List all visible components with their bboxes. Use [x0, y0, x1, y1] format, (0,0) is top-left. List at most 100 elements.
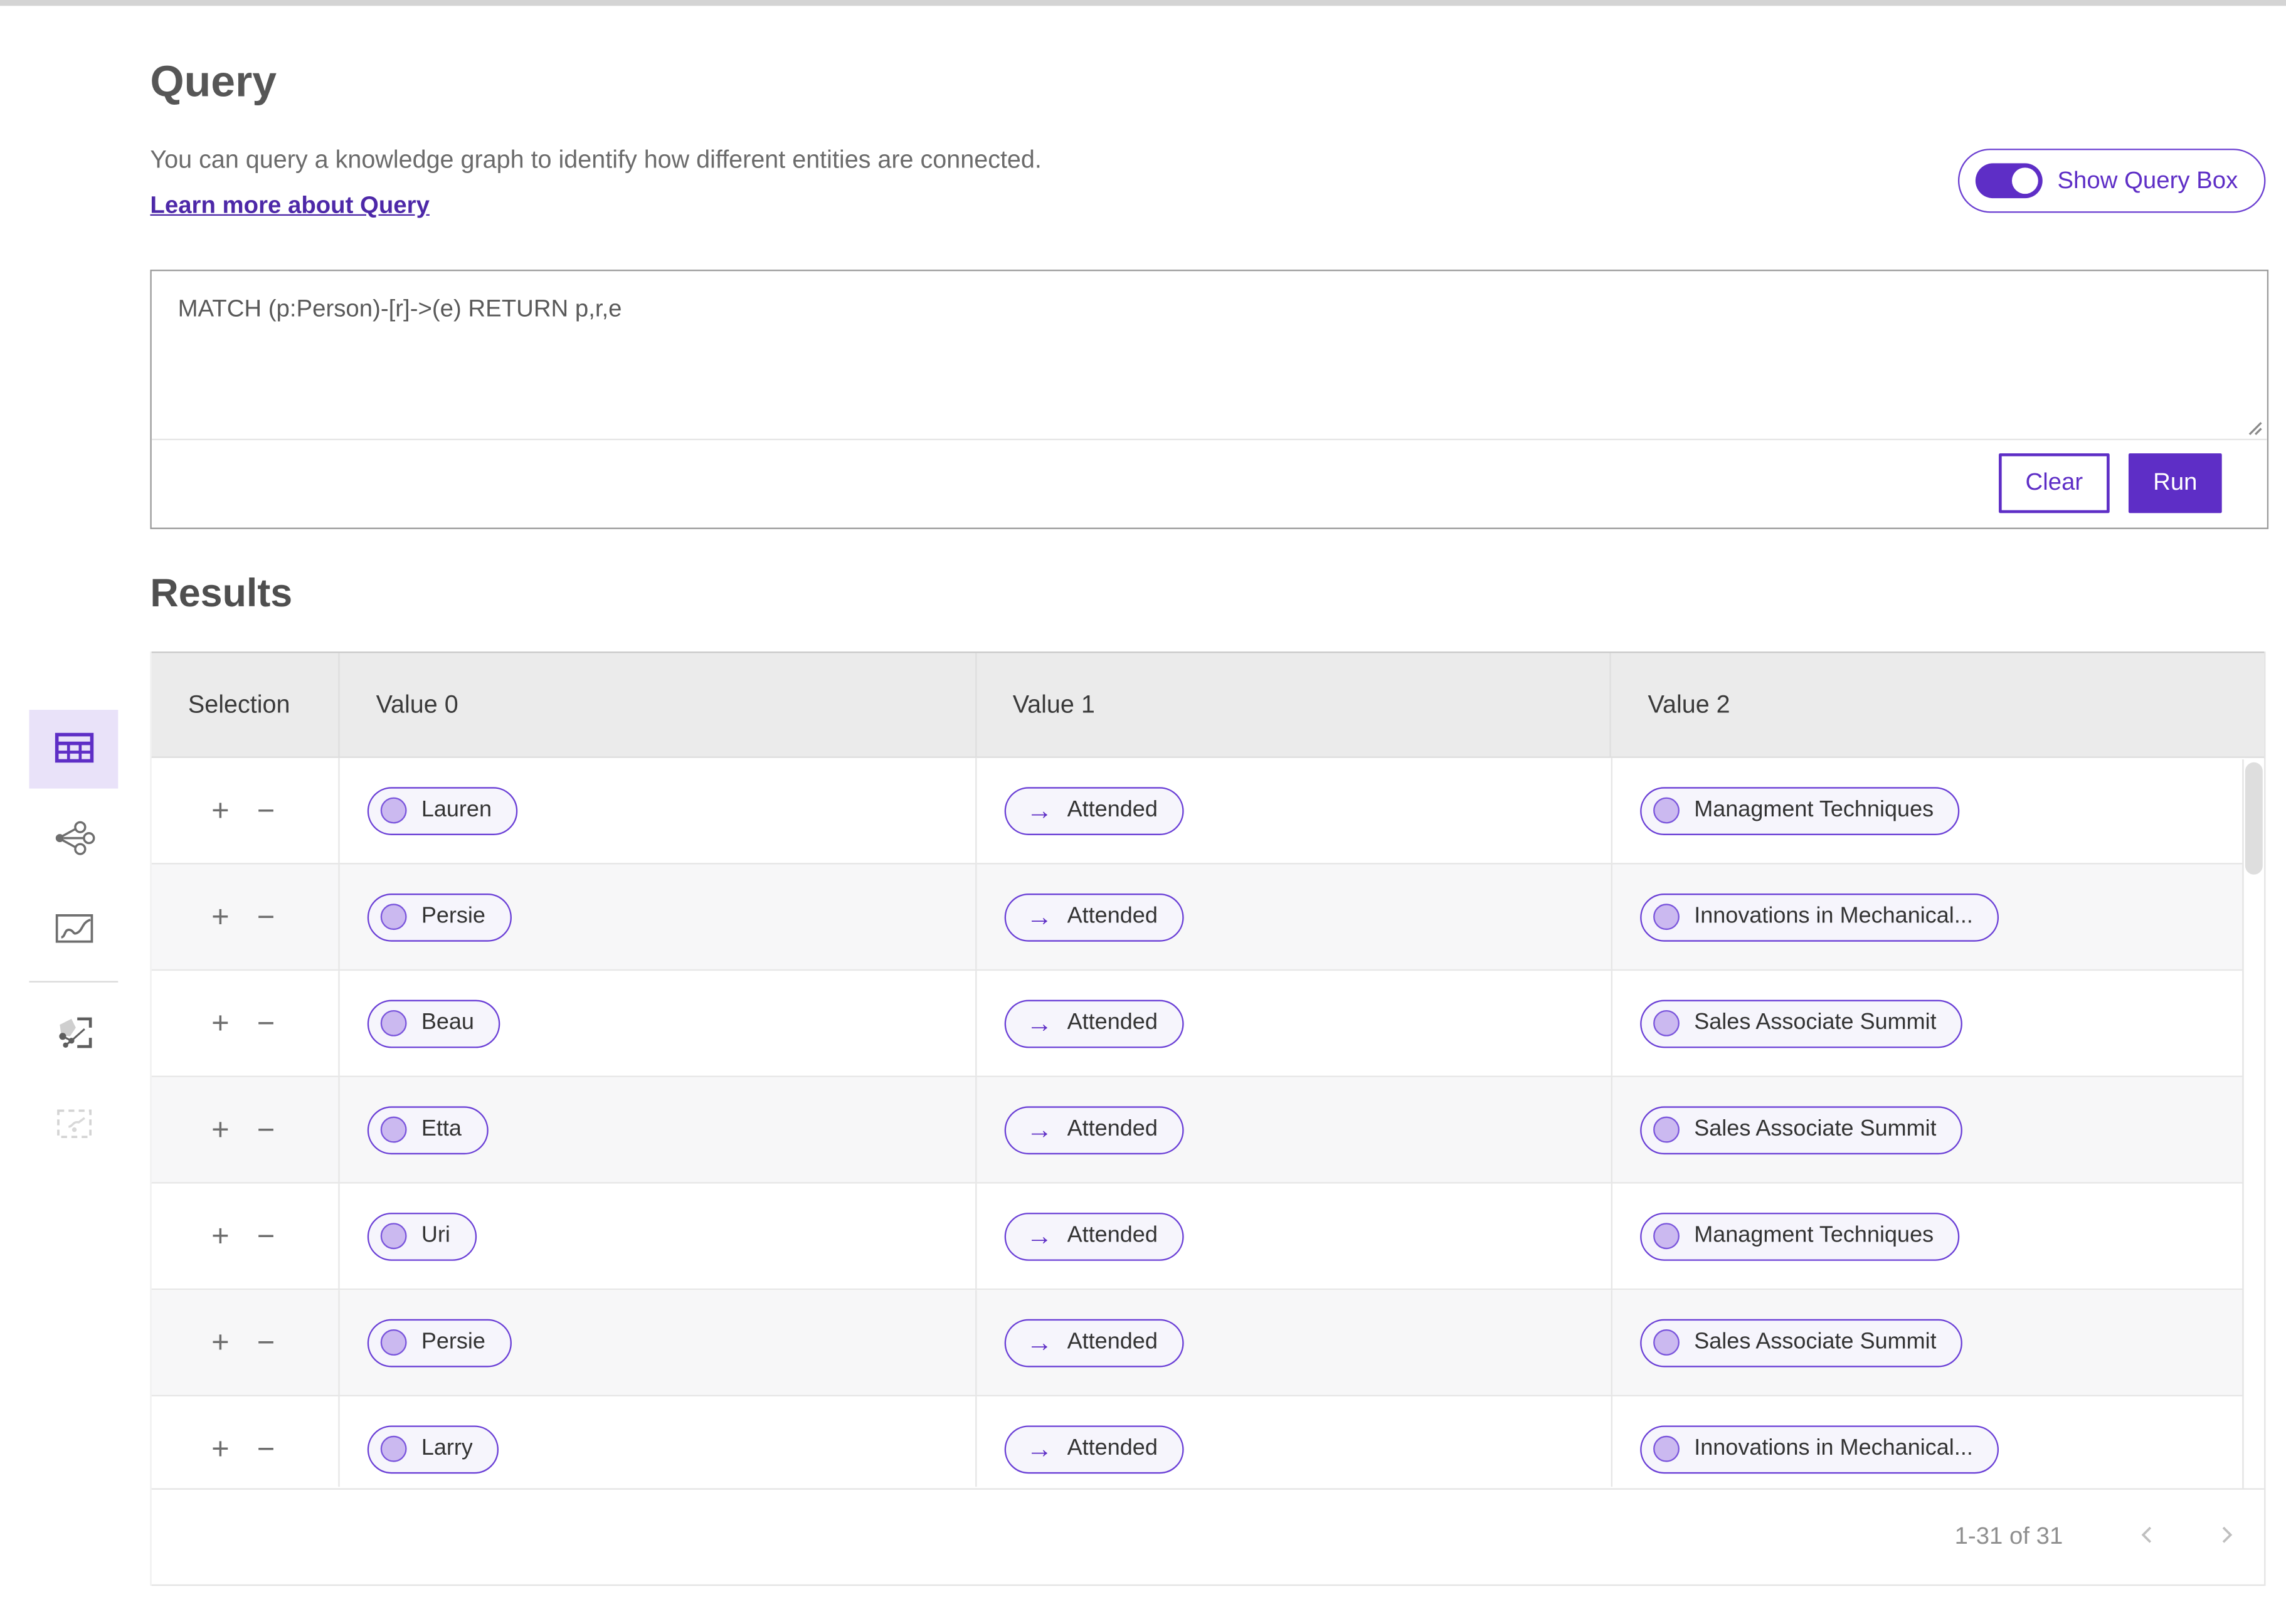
add-selection-button[interactable]: + [211, 1008, 230, 1038]
event-pill-label: Innovations in Mechanical... [1694, 904, 1973, 930]
entity-node-icon [381, 1436, 407, 1462]
entity-pill-label: Larry [421, 1436, 473, 1462]
entity-pill-label: Persie [421, 1329, 485, 1356]
column-header-value1: Value 1 [975, 653, 1610, 756]
selection-cell: + − [152, 971, 339, 1075]
remove-selection-button[interactable]: − [257, 1008, 275, 1038]
entity-pill[interactable]: Lauren [368, 786, 518, 835]
remove-selection-button[interactable]: − [257, 1433, 275, 1464]
query-input[interactable] [152, 271, 2267, 438]
toggle-switch-icon[interactable] [1976, 163, 2043, 198]
table-row: + − Larry → Attended Innovations in Mech… [152, 1396, 2245, 1487]
value1-cell: → Attended [975, 1290, 1611, 1395]
add-selection-button[interactable]: + [211, 1221, 230, 1252]
relation-pill-label: Attended [1067, 1223, 1158, 1249]
event-pill[interactable]: Innovations in Mechanical... [1640, 1425, 1999, 1473]
event-pill-label: Sales Associate Summit [1694, 1329, 1937, 1356]
event-pill[interactable]: Sales Associate Summit [1640, 1105, 1962, 1154]
pagination-next-button[interactable] [2206, 1517, 2246, 1558]
value2-cell: Managment Techniques [1611, 758, 2245, 863]
table-row: + − Lauren → Attended Managment Techniqu… [152, 758, 2245, 865]
relation-pill[interactable]: → Attended [1005, 1319, 1184, 1367]
entity-pill[interactable]: Etta [368, 1105, 488, 1154]
window-top-strip [0, 0, 2286, 6]
relation-arrow-icon: → [1027, 1329, 1053, 1356]
entity-pill-label: Beau [421, 1010, 474, 1036]
value1-cell: → Attended [975, 971, 1611, 1075]
relation-arrow-icon: → [1027, 1223, 1053, 1249]
add-selection-button[interactable]: + [211, 795, 230, 826]
entity-pill-label: Lauren [421, 798, 492, 824]
add-selection-button[interactable]: + [211, 1433, 230, 1464]
relation-pill-label: Attended [1067, 1436, 1158, 1462]
relation-pill[interactable]: → Attended [1005, 999, 1184, 1048]
event-pill[interactable]: Sales Associate Summit [1640, 999, 1962, 1048]
relation-pill-label: Attended [1067, 1117, 1158, 1143]
value1-cell: → Attended [975, 1396, 1611, 1487]
relation-pill[interactable]: → Attended [1005, 893, 1184, 941]
table-scrollbar-thumb[interactable] [2245, 762, 2263, 875]
add-selection-button[interactable]: + [211, 1327, 230, 1358]
sidebar-item-table-view[interactable] [29, 710, 118, 789]
entity-pill[interactable]: Beau [368, 999, 500, 1048]
sidebar-item-chart-view[interactable] [29, 890, 118, 969]
value0-cell: Persie [338, 864, 975, 969]
event-pill-label: Sales Associate Summit [1694, 1010, 1937, 1036]
event-pill[interactable]: Sales Associate Summit [1640, 1319, 1962, 1367]
table-row: + − Beau → Attended Sales Associate Summ… [152, 971, 2245, 1077]
table-row: + − Etta → Attended Sales Associate Summ… [152, 1077, 2245, 1184]
selection-cell: + − [152, 1077, 339, 1182]
event-node-icon [1653, 1117, 1680, 1143]
value0-cell: Uri [338, 1184, 975, 1289]
event-pill[interactable]: Managment Techniques [1640, 1212, 1960, 1260]
query-box: Clear Run [150, 270, 2268, 529]
sidebar-item-network-view[interactable] [29, 800, 118, 879]
chevron-right-icon [2215, 1523, 2238, 1551]
relation-arrow-icon: → [1027, 904, 1053, 930]
column-header-value2: Value 2 [1610, 653, 2264, 756]
page-title: Query [150, 58, 277, 108]
add-selection-button[interactable]: + [211, 902, 230, 932]
show-query-box-toggle[interactable]: Show Query Box [1958, 149, 2265, 213]
relation-pill[interactable]: → Attended [1005, 1425, 1184, 1473]
remove-selection-button[interactable]: − [257, 795, 275, 826]
add-selection-button[interactable]: + [211, 1114, 230, 1145]
results-title: Results [150, 571, 292, 616]
clear-button[interactable]: Clear [1999, 453, 2110, 512]
remove-selection-button[interactable]: − [257, 902, 275, 932]
query-actions: Clear Run [152, 437, 2267, 527]
entity-pill[interactable]: Persie [368, 1319, 512, 1367]
view-switcher-rail [29, 710, 118, 1176]
table-row: + − Uri → Attended Managment Techniques [152, 1184, 2245, 1290]
event-node-icon [1653, 798, 1680, 824]
relation-pill-label: Attended [1067, 904, 1158, 930]
table-scrollbar-track[interactable] [2242, 759, 2264, 1488]
entity-pill[interactable]: Uri [368, 1212, 477, 1260]
event-pill[interactable]: Innovations in Mechanical... [1640, 893, 1999, 941]
selection-cell: + − [152, 758, 339, 863]
learn-more-link[interactable]: Learn more about Query [150, 192, 429, 220]
pagination-prev-button[interactable] [2127, 1517, 2168, 1558]
entity-node-icon [381, 1117, 407, 1143]
run-button[interactable]: Run [2129, 453, 2222, 512]
relation-arrow-icon: → [1027, 1010, 1053, 1036]
table-row: + − Persie → Attended Sales Associate Su… [152, 1290, 2245, 1396]
remove-selection-button[interactable]: − [257, 1221, 275, 1252]
column-header-selection: Selection [152, 653, 338, 756]
selection-cell: + − [152, 1290, 339, 1395]
entity-pill[interactable]: Persie [368, 893, 512, 941]
relation-pill[interactable]: → Attended [1005, 786, 1184, 835]
event-pill[interactable]: Managment Techniques [1640, 786, 1960, 835]
value0-cell: Beau [338, 971, 975, 1075]
entity-pill[interactable]: Larry [368, 1425, 499, 1473]
relation-pill[interactable]: → Attended [1005, 1212, 1184, 1260]
value1-cell: → Attended [975, 864, 1611, 969]
selection-cell: + − [152, 1184, 339, 1289]
sidebar-item-map-network-view[interactable] [29, 996, 118, 1075]
chevron-left-icon [2136, 1523, 2159, 1551]
event-pill-label: Innovations in Mechanical... [1694, 1436, 1973, 1462]
toggle-label: Show Query Box [2057, 167, 2238, 194]
remove-selection-button[interactable]: − [257, 1114, 275, 1145]
remove-selection-button[interactable]: − [257, 1327, 275, 1358]
relation-pill[interactable]: → Attended [1005, 1105, 1184, 1154]
